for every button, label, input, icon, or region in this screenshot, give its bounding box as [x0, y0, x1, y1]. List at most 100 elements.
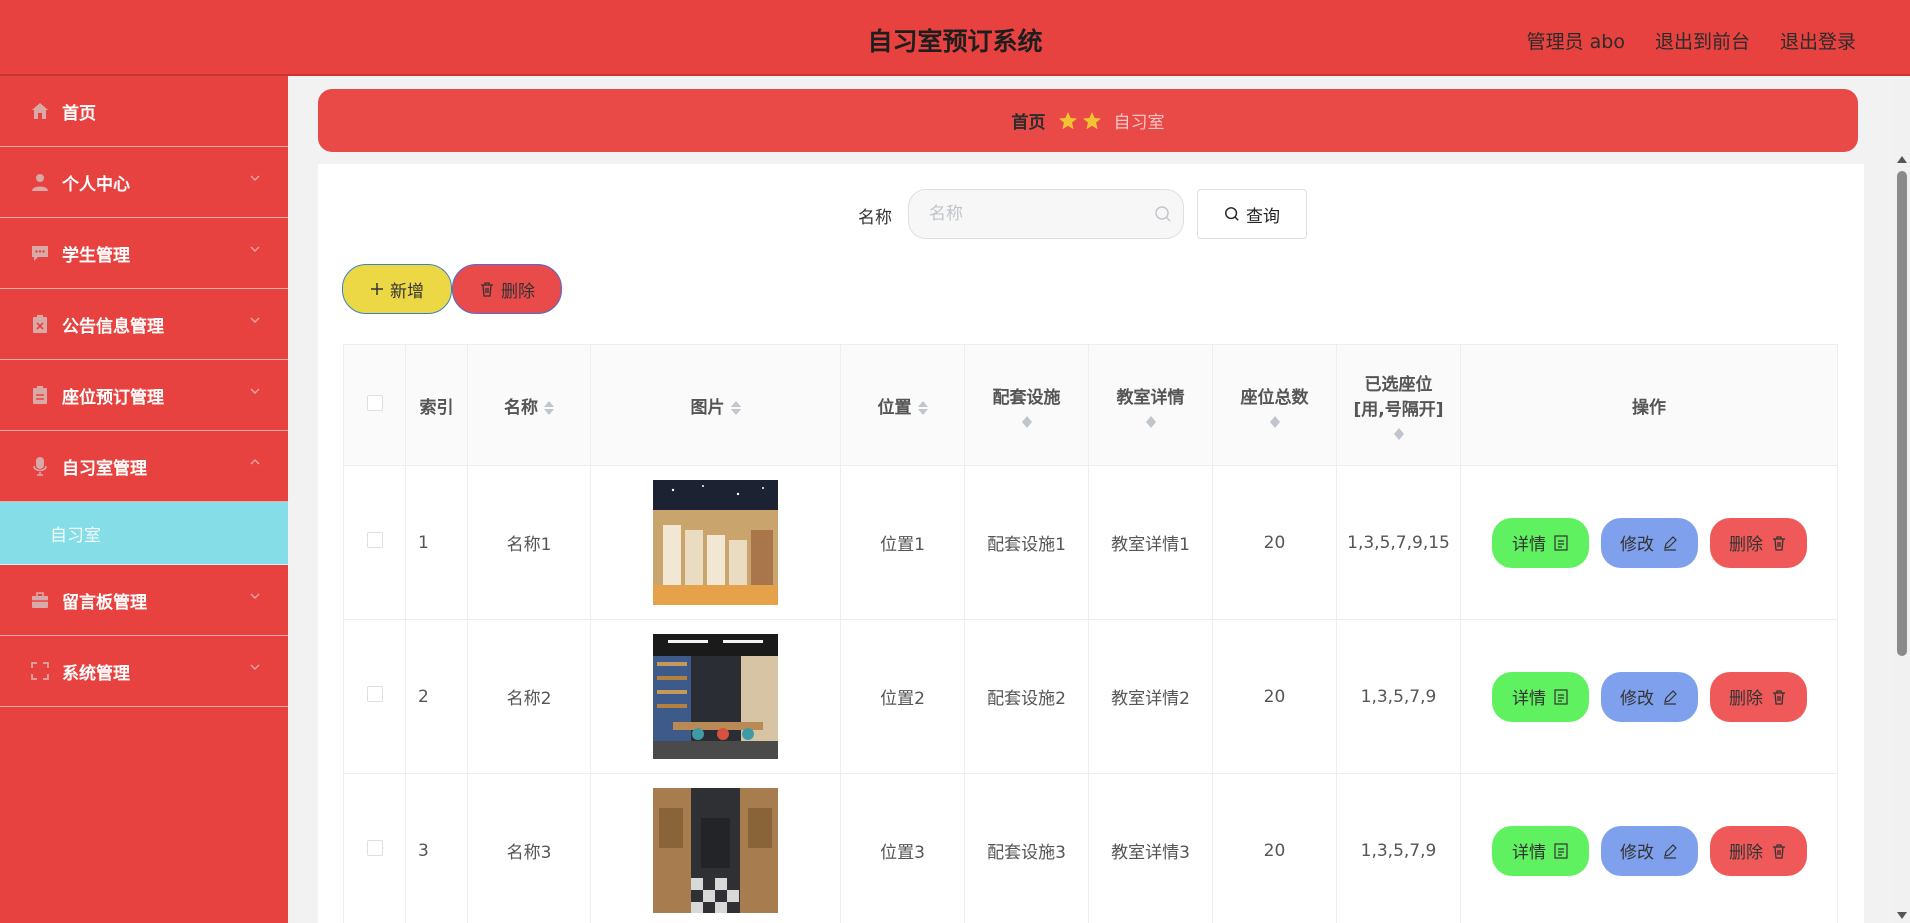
breadcrumb: 首页 自习室: [318, 89, 1858, 152]
header-seat-total[interactable]: 座位总数: [1212, 344, 1337, 466]
cell-facilities: 配套设施1: [964, 465, 1089, 620]
sidebar-item-notice-management[interactable]: 公告信息管理: [0, 289, 288, 360]
cell-seat-total: 20: [1212, 465, 1337, 620]
edit-button-label: 修改: [1620, 843, 1654, 863]
logout-link[interactable]: 退出登录: [1780, 27, 1856, 54]
query-button-label: 查询: [1246, 206, 1280, 227]
cell-room-detail: 教室详情1: [1088, 465, 1213, 620]
add-button-label: 新增: [390, 281, 424, 302]
chevron-down-icon: [250, 593, 260, 599]
delete-button[interactable]: 删除: [1709, 517, 1807, 568]
study-room-photo[interactable]: [653, 480, 778, 605]
delete-button-label: 删除: [1729, 535, 1763, 555]
header-operations: 操作: [1460, 344, 1838, 466]
sort-icon[interactable]: [1393, 428, 1404, 440]
sidebar-subitem-study-room[interactable]: 自习室: [0, 502, 288, 565]
chevron-down-icon: [250, 317, 260, 323]
admin-user-label[interactable]: 管理员 abo: [1527, 27, 1625, 54]
sort-icon[interactable]: [544, 400, 554, 415]
chevron-down-icon: [250, 388, 260, 394]
cell-image: [590, 619, 841, 774]
scrollbar-thumb[interactable]: [1897, 171, 1907, 656]
chat-icon: [30, 243, 50, 263]
sort-icon[interactable]: [917, 400, 928, 415]
sort-icon[interactable]: [1145, 415, 1156, 428]
sidebar-item-system-management[interactable]: 系统管理: [0, 636, 288, 707]
cell-facilities: 配套设施2: [964, 619, 1089, 774]
cell-index: 3: [405, 773, 468, 923]
detail-button-label: 详情: [1512, 843, 1546, 863]
sidebar-item-label: 首页: [62, 103, 96, 124]
header-label: 图片: [690, 397, 725, 418]
sort-icon[interactable]: [730, 400, 741, 415]
header-index: 索引: [405, 344, 468, 466]
cell-room-detail: 教室详情2: [1088, 619, 1213, 774]
sidebar-item-label: 系统管理: [62, 663, 130, 684]
row-select-cell: [343, 465, 406, 620]
header-label: 索引: [419, 397, 454, 418]
edit-button-label: 修改: [1620, 535, 1654, 555]
search-input[interactable]: [908, 189, 1184, 239]
edit-button[interactable]: 修改: [1600, 825, 1698, 876]
sidebar-item-personal-center[interactable]: 个人中心: [0, 147, 288, 218]
header-label: 座位总数: [1240, 387, 1309, 408]
search-label: 名称: [858, 208, 892, 228]
header-label: 操作: [1632, 397, 1666, 418]
exit-to-front-link[interactable]: 退出到前台: [1655, 27, 1750, 54]
query-button[interactable]: 查询: [1197, 189, 1307, 239]
sidebar-item-student-management[interactable]: 学生管理: [0, 218, 288, 289]
breadcrumb-separator: [1058, 111, 1102, 131]
header-label-note: [用,号隔开]: [1353, 400, 1444, 420]
breadcrumb-current: 自习室: [1113, 113, 1165, 133]
edit-button[interactable]: 修改: [1600, 517, 1698, 568]
header-image[interactable]: 图片: [590, 344, 841, 466]
row-checkbox[interactable]: [366, 532, 383, 548]
breadcrumb-home[interactable]: 首页: [1012, 108, 1046, 133]
detail-button[interactable]: 详情: [1491, 671, 1589, 722]
study-room-photo[interactable]: [653, 634, 778, 759]
main-content: 首页 自习室 名称 查询 新增 删除: [288, 76, 1910, 923]
header-label: 位置: [877, 397, 912, 418]
detail-button-label: 详情: [1512, 535, 1546, 555]
sidebar-item-message-board-management[interactable]: 留言板管理: [0, 565, 288, 636]
pencil-icon: [1664, 843, 1677, 859]
delete-button[interactable]: 删除: [1709, 825, 1807, 876]
sidebar-item-label: 座位预订管理: [62, 387, 164, 408]
search-icon: [1225, 207, 1239, 221]
document-icon: [1554, 688, 1568, 705]
sidebar-item-seat-booking-management[interactable]: 座位预订管理: [0, 360, 288, 431]
pencil-icon: [1664, 689, 1677, 705]
document-icon: [1554, 534, 1568, 551]
clipboard-icon: [30, 385, 50, 405]
cell-location: 位置1: [840, 465, 965, 620]
cell-operations: 详情 修改 删除: [1460, 465, 1838, 620]
header-selected-seats[interactable]: 已选座位 [用,号隔开]: [1336, 344, 1461, 466]
edit-button[interactable]: 修改: [1600, 671, 1698, 722]
sort-icon[interactable]: [1269, 415, 1280, 428]
study-room-photo[interactable]: [653, 788, 778, 913]
cell-selected-seats: 1,3,5,7,9,15: [1336, 465, 1461, 620]
add-button[interactable]: 新增: [342, 264, 452, 314]
sort-icon[interactable]: [1021, 415, 1032, 428]
page-scrollbar[interactable]: [1894, 76, 1910, 923]
batch-delete-button[interactable]: 删除: [452, 264, 562, 314]
row-checkbox[interactable]: [366, 686, 383, 702]
row-checkbox[interactable]: [366, 840, 383, 856]
chevron-down-icon: [250, 175, 260, 181]
header-location[interactable]: 位置: [840, 344, 965, 466]
header-name[interactable]: 名称: [467, 344, 591, 466]
detail-button[interactable]: 详情: [1491, 517, 1589, 568]
header-facilities[interactable]: 配套设施: [964, 344, 1089, 466]
sidebar-item-study-room-management[interactable]: 自习室管理: [0, 431, 288, 502]
header-room-detail[interactable]: 教室详情: [1088, 344, 1213, 466]
sidebar-item-label: 个人中心: [62, 174, 130, 195]
scroll-down-arrow[interactable]: [1897, 912, 1907, 919]
sidebar-item-home[interactable]: 首页: [0, 76, 288, 147]
scroll-up-arrow[interactable]: [1897, 156, 1907, 163]
detail-button[interactable]: 详情: [1491, 825, 1589, 876]
detail-button-label: 详情: [1512, 689, 1546, 709]
chevron-down-icon: [250, 664, 260, 670]
delete-button[interactable]: 删除: [1709, 671, 1807, 722]
action-bar: 新增 删除: [342, 264, 562, 314]
select-all-checkbox[interactable]: [366, 394, 383, 411]
